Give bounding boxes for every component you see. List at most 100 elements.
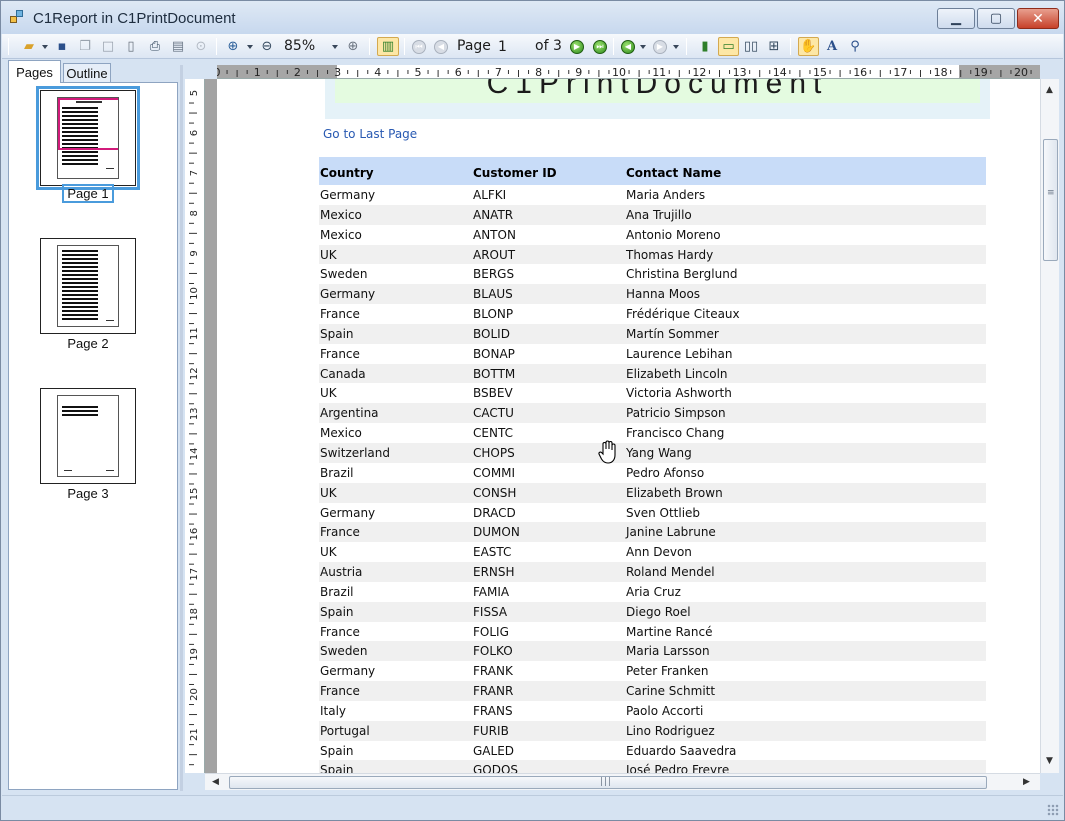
find-button[interactable]: ⚲: [845, 37, 865, 56]
text-select-button[interactable]: A: [822, 37, 842, 56]
cell-contact-name: Elizabeth Lincoln: [626, 366, 728, 381]
table-row: France BLONP Frédérique Citeaux: [319, 304, 986, 324]
next-page-icon: ▶: [570, 39, 584, 54]
prev-page-button[interactable]: ◀: [432, 37, 450, 56]
horizontal-scroll-thumb[interactable]: |||: [229, 776, 987, 789]
ruler-tick-label: 13: [733, 66, 747, 79]
page-thumbnail-2[interactable]: [40, 238, 136, 334]
table-row: Argentina CACTU Patricio Simpson: [319, 403, 986, 424]
zoom-out-button[interactable]: ⊖: [257, 37, 277, 56]
first-page-icon: ⏮: [412, 39, 426, 54]
toolbar-separator: [686, 38, 687, 55]
table-row: Brazil COMMI Pedro Afonso: [319, 463, 986, 483]
stop-button[interactable]: ⊙: [191, 37, 211, 56]
document-viewer[interactable]: C1PrintDocument Go to Last Page Country …: [205, 79, 1040, 773]
cell-country: France: [320, 624, 360, 639]
hand-tool-icon: ✋: [800, 39, 817, 54]
ruler-tick-label: 11: [652, 66, 666, 79]
cell-contact-name: Patricio Simpson: [626, 406, 726, 421]
cell-contact-name: Maria Anders: [626, 188, 706, 202]
table-row: Sweden FOLKO Maria Larsson: [319, 641, 986, 662]
cell-customer-id: BERGS: [473, 267, 515, 282]
table-row: Portugal FURIB Lino Rodriguez: [319, 720, 986, 741]
single-page-view-button[interactable]: ▮: [695, 37, 715, 56]
title-bar: C1Report in C1PrintDocument ▁ ▢ ✕: [1, 1, 1064, 34]
cell-contact-name: Roland Mendel: [626, 565, 715, 580]
next-page-button[interactable]: ▶: [568, 37, 586, 56]
hand-tool-button[interactable]: ✋: [798, 37, 819, 56]
vertical-scrollbar[interactable]: ▲ ≡ ▼: [1040, 79, 1059, 773]
panel-splitter[interactable]: [180, 65, 183, 791]
export-button[interactable]: ❐: [75, 37, 95, 56]
resize-grip-icon[interactable]: [1047, 804, 1059, 816]
cell-contact-name: Carine Schmitt: [626, 684, 716, 699]
cell-customer-id: EASTC: [473, 545, 512, 560]
tab-outline-label: Outline: [66, 66, 108, 81]
table-row: Italy FRANS Paolo Accorti: [319, 701, 986, 721]
page-number-input[interactable]: [496, 37, 532, 56]
zoom-dropdown-arrow[interactable]: [332, 45, 338, 49]
zoom-combo[interactable]: 85%: [284, 38, 315, 54]
facing-pages-button[interactable]: ▯▯: [741, 37, 761, 56]
horizontal-scrollbar[interactable]: ◀ ||| ▶: [205, 773, 1040, 790]
horizontal-ruler: 01234567891011121314151617181920: [217, 65, 1040, 79]
page-setup-icon: □: [101, 39, 115, 54]
zoom-tool-dropdown-arrow[interactable]: [247, 45, 253, 49]
ruler-tick-label: 10: [612, 66, 626, 79]
multi-page-button[interactable]: ⊞: [764, 37, 784, 56]
scroll-down-arrow-icon[interactable]: ▼: [1046, 756, 1053, 766]
forward-button[interactable]: ▶: [651, 37, 669, 56]
ruler-tick-label: 15: [189, 488, 200, 501]
new-page-button[interactable]: ▯: [121, 37, 141, 56]
ruler-tick-label: 16: [853, 66, 867, 79]
cell-customer-id: BOTTM: [473, 366, 516, 381]
page-thumbnail-3[interactable]: [40, 388, 136, 484]
cell-country: UK: [320, 485, 337, 500]
ruler-tick-label: 9: [189, 250, 200, 256]
cell-contact-name: Peter Franken: [626, 664, 709, 679]
go-to-last-page-link[interactable]: Go to Last Page: [323, 127, 417, 141]
minimize-icon: ▁: [951, 11, 961, 26]
maximize-button[interactable]: ▢: [977, 8, 1015, 29]
table-row: France BONAP Laurence Lebihan: [319, 344, 986, 364]
zoom-in-small-button[interactable]: ⊕: [343, 37, 363, 56]
table-row: Mexico ANATR Ana Trujillo: [319, 204, 986, 225]
thumbnails-toggle-button[interactable]: ▥: [377, 37, 399, 56]
cell-country: Sweden: [320, 644, 368, 659]
cell-customer-id: AROUT: [473, 247, 516, 262]
ruler-tick-label: 20: [1014, 66, 1028, 79]
back-dropdown-arrow[interactable]: [640, 45, 646, 49]
scroll-left-arrow-icon[interactable]: ◀: [212, 777, 219, 787]
table-row: Mexico CENTC Francisco Chang: [319, 423, 986, 443]
tab-outline[interactable]: Outline: [63, 63, 111, 83]
scroll-up-arrow-icon[interactable]: ▲: [1046, 85, 1053, 95]
page-setup-button[interactable]: □: [98, 37, 118, 56]
ruler-tick-label: 7: [495, 66, 502, 79]
last-page-button[interactable]: ⏭: [591, 37, 609, 56]
cell-country: Austria: [320, 565, 363, 580]
print-preview-button[interactable]: ▤: [168, 37, 188, 56]
first-page-button[interactable]: ⏮: [410, 37, 428, 56]
close-button[interactable]: ✕: [1017, 8, 1059, 29]
tab-pages[interactable]: Pages: [8, 60, 61, 83]
cell-country: Spain: [320, 743, 354, 758]
cell-country: Brazil: [320, 584, 354, 599]
cell-country: Germany: [320, 188, 376, 202]
cell-contact-name: Ana Trujillo: [626, 207, 692, 222]
forward-dropdown-arrow[interactable]: [673, 45, 679, 49]
zoom-in-button[interactable]: ⊕: [223, 37, 243, 56]
minimize-button[interactable]: ▁: [937, 8, 975, 29]
page-thumbnail-1[interactable]: [36, 86, 140, 190]
save-button[interactable]: ▪: [52, 37, 72, 56]
vertical-scroll-thumb[interactable]: ≡: [1043, 139, 1058, 261]
cell-customer-id: FOLKO: [473, 644, 513, 659]
open-dropdown-arrow[interactable]: [42, 45, 48, 49]
back-button[interactable]: ◀: [619, 37, 637, 56]
toolbar-separator: [404, 38, 405, 55]
scroll-right-arrow-icon[interactable]: ▶: [1023, 777, 1030, 787]
continuous-view-button[interactable]: ▭: [718, 37, 739, 56]
print-button[interactable]: ⎙: [145, 37, 165, 56]
cell-contact-name: Elizabeth Brown: [626, 485, 723, 500]
open-button[interactable]: ▰: [19, 37, 39, 56]
cell-country: France: [320, 684, 360, 699]
